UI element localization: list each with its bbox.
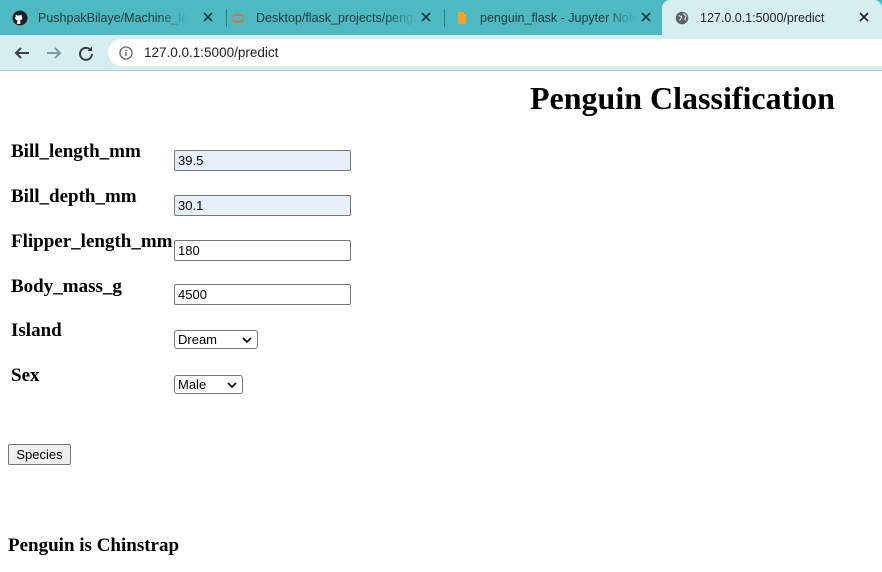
- github-icon: [12, 10, 28, 26]
- species-submit-button[interactable]: Species: [8, 444, 71, 465]
- sex-label: Sex: [11, 365, 40, 386]
- close-icon[interactable]: [418, 9, 434, 25]
- body-mass-input[interactable]: 4500: [174, 284, 351, 305]
- reload-button[interactable]: [75, 42, 97, 64]
- tab-jupyter-notebook[interactable]: penguin_flask - Jupyter Notebook: [454, 0, 662, 35]
- tab-label: PushpakBilaye/Machine_learning: [38, 10, 188, 25]
- arrow-left-icon: [14, 47, 29, 59]
- arrow-right-icon: [47, 47, 62, 59]
- chevron-down-icon: [227, 382, 237, 389]
- prediction-result: Penguin is Chinstrap: [8, 535, 180, 556]
- tab-label: Desktop/flask_projects/penguin: [256, 10, 416, 25]
- back-button[interactable]: [11, 42, 33, 64]
- tab-desktop-flask[interactable]: Desktop/flask_projects/penguin: [230, 0, 442, 35]
- close-icon[interactable]: [638, 9, 654, 25]
- forward-button[interactable]: [43, 42, 65, 64]
- reload-icon: [79, 46, 93, 61]
- tab-divider: [226, 9, 227, 27]
- flipper-length-label: Flipper_length_mm: [11, 231, 173, 252]
- sex-selected-value: Male: [178, 377, 207, 392]
- flipper-length-input[interactable]: 180: [174, 240, 351, 261]
- bill-length-input[interactable]: 39.5: [174, 150, 351, 171]
- bill-length-label: Bill_length_mm: [11, 141, 141, 162]
- tab-divider: [444, 9, 445, 27]
- address-bar[interactable]: 127.0.0.1:5000/predict: [108, 39, 882, 66]
- island-select[interactable]: Dream: [174, 330, 258, 349]
- tab-strip: PushpakBilaye/Machine_learning Desktop/f…: [0, 0, 882, 35]
- close-icon[interactable]: [200, 9, 216, 25]
- sex-select[interactable]: Male: [174, 375, 243, 394]
- close-icon[interactable]: [856, 9, 872, 25]
- tab-label: penguin_flask - Jupyter Notebook: [480, 10, 636, 25]
- toolbar-divider: [0, 70, 882, 71]
- tab-label: 127.0.0.1:5000/predict: [700, 10, 825, 25]
- notebook-icon: [454, 10, 470, 26]
- tab-github[interactable]: PushpakBilaye/Machine_learning: [12, 0, 224, 35]
- page-title: Penguin Classification: [530, 80, 835, 116]
- island-selected-value: Dream: [178, 332, 218, 347]
- info-icon[interactable]: [118, 45, 134, 61]
- island-label: Island: [11, 320, 62, 341]
- bill-depth-input[interactable]: 30.1: [174, 195, 351, 216]
- body-mass-label: Body_mass_g: [11, 276, 122, 297]
- browser-toolbar: 127.0.0.1:5000/predict: [0, 35, 882, 70]
- jupyter-icon: [230, 10, 246, 26]
- chevron-down-icon: [242, 337, 252, 344]
- globe-icon: [674, 10, 690, 26]
- tab-predict[interactable]: 127.0.0.1:5000/predict: [662, 0, 882, 35]
- bill-depth-label: Bill_depth_mm: [11, 186, 137, 207]
- url-text: 127.0.0.1:5000/predict: [144, 45, 279, 60]
